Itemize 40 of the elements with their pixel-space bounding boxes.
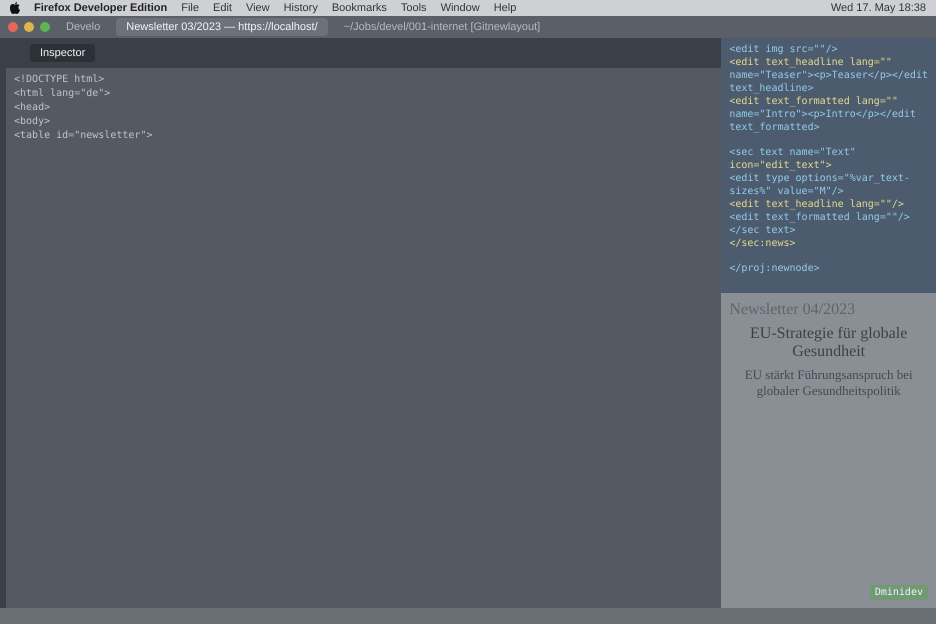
code-line: <edit text_formatted lang="" [729,96,899,108]
code-line: <head> [14,102,52,114]
minimize-icon[interactable] [24,22,34,32]
maximize-icon[interactable] [40,22,50,32]
code-line: icon="edit_text"> [729,160,833,172]
menu-item[interactable]: Edit [212,2,232,14]
code-line: <table id="newsletter"> [14,130,154,142]
menu-item[interactable]: Bookmarks [332,2,387,14]
code-line: name="Teaser"><p>Teaser</p></edit [729,70,928,82]
code-line: text_headline> [729,83,815,95]
code-line: name="Intro"><p>Intro</p></edit [729,109,917,121]
close-icon[interactable] [8,22,18,32]
menu-item[interactable]: Help [494,2,516,14]
code-line: <edit text_headline lang="" [729,57,893,69]
window-tab[interactable]: Newsletter 03/2023 — https://localhost/ [116,18,328,36]
code-line: <sec text name="Text" [729,147,857,159]
code-line: <edit img src=""/> [729,44,839,56]
code-line: <html lang="de"> [14,88,112,100]
article-subheadline: EU stärkt Führungsanspruch bei globaler Gesundheitspolitik [744,367,914,399]
menu-item[interactable]: Window [440,2,480,14]
code-line: <edit text_headline lang=""/> [729,199,905,211]
code-line: text_formatted> [729,122,821,134]
inspector-tab[interactable]: Inspector [30,44,96,62]
code-line: </sec:news> [729,238,797,250]
code-line: <body> [14,116,52,128]
app-menu[interactable]: Firefox Developer Edition [34,2,168,14]
code-line: </sec text> [729,225,797,237]
apple-logo-icon[interactable] [10,2,20,14]
menu-item[interactable]: History [284,2,318,14]
menu-clock[interactable]: Wed 17. May 18:38 [830,2,926,14]
article-headline: EU-Strategie für globale Gesundheit [749,325,908,361]
code-line: <!DOCTYPE html> [14,74,106,86]
status-tag: Dminidev [870,585,928,600]
code-line: <edit text_formatted lang=""/> [729,212,911,224]
menu-item[interactable]: File [181,2,199,14]
menu-item[interactable]: Tools [400,2,427,14]
code-line: sizes%" value="M"/> [729,186,845,198]
code-line: <edit type options="%var_text- [729,173,911,185]
menu-item[interactable]: View [246,2,270,14]
code-line: </proj:newnode> [729,263,821,275]
